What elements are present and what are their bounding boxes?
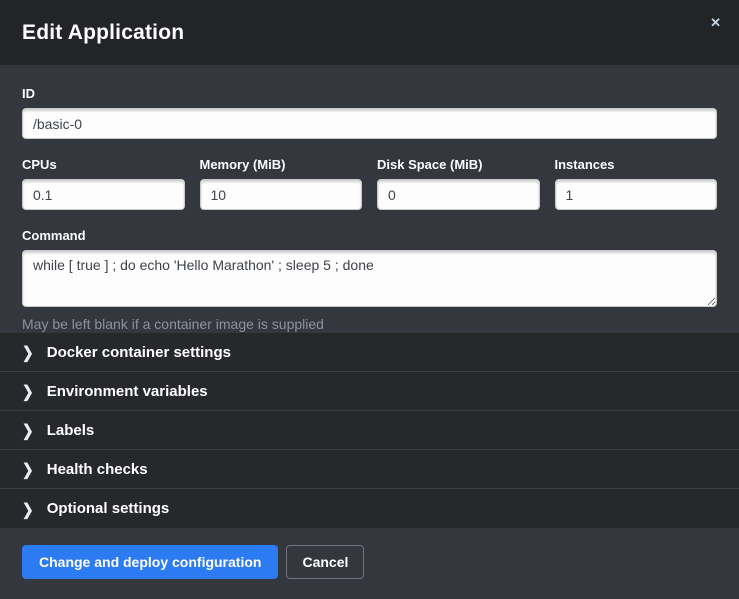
id-label: ID: [22, 86, 717, 101]
section-label: Labels: [47, 422, 95, 439]
section-docker-container-settings[interactable]: ❯ Docker container settings: [0, 333, 739, 372]
command-help-text: May be left blank if a container image i…: [22, 316, 717, 332]
edit-application-modal: Edit Application ✕ ID CPUs Memory (MiB) …: [0, 0, 739, 599]
section-label: Health checks: [47, 461, 148, 478]
cpus-input[interactable]: [22, 179, 185, 210]
chevron-right-icon: ❯: [22, 461, 34, 477]
section-labels[interactable]: ❯ Labels: [0, 411, 739, 450]
section-label: Docker container settings: [47, 344, 231, 361]
instances-label: Instances: [555, 157, 718, 172]
cpus-label: CPUs: [22, 157, 185, 172]
section-label: Optional settings: [47, 500, 170, 517]
instances-input[interactable]: [555, 179, 718, 210]
command-textarea[interactable]: while [ true ] ; do echo 'Hello Marathon…: [22, 250, 717, 307]
chevron-right-icon: ❯: [22, 383, 34, 399]
change-and-deploy-button[interactable]: Change and deploy configuration: [22, 545, 278, 579]
id-input[interactable]: [22, 108, 717, 139]
modal-footer: Change and deploy configuration Cancel: [0, 528, 739, 599]
command-field-group: Command while [ true ] ; do echo 'Hello …: [22, 228, 717, 332]
section-health-checks[interactable]: ❯ Health checks: [0, 450, 739, 489]
collapsible-sections: ❯ Docker container settings ❯ Environmen…: [0, 333, 739, 528]
cpus-field-group: CPUs: [22, 157, 185, 210]
instances-field-group: Instances: [555, 157, 718, 210]
edit-application-form: ID CPUs Memory (MiB) Disk Space (MiB) In…: [0, 65, 739, 333]
section-optional-settings[interactable]: ❯ Optional settings: [0, 489, 739, 528]
modal-header: Edit Application ✕: [0, 0, 739, 65]
chevron-right-icon: ❯: [22, 422, 34, 438]
cancel-button[interactable]: Cancel: [286, 545, 364, 579]
close-icon[interactable]: ✕: [706, 12, 725, 33]
id-field-group: ID: [22, 86, 717, 139]
command-label: Command: [22, 228, 717, 243]
resource-fields-row: CPUs Memory (MiB) Disk Space (MiB) Insta…: [22, 157, 717, 210]
chevron-right-icon: ❯: [22, 344, 34, 360]
disk-space-input[interactable]: [377, 179, 540, 210]
memory-input[interactable]: [200, 179, 363, 210]
modal-title: Edit Application: [22, 21, 184, 45]
section-label: Environment variables: [47, 383, 208, 400]
section-environment-variables[interactable]: ❯ Environment variables: [0, 372, 739, 411]
chevron-right-icon: ❯: [22, 500, 34, 516]
disk-space-field-group: Disk Space (MiB): [377, 157, 540, 210]
memory-label: Memory (MiB): [200, 157, 363, 172]
memory-field-group: Memory (MiB): [200, 157, 363, 210]
disk-space-label: Disk Space (MiB): [377, 157, 540, 172]
